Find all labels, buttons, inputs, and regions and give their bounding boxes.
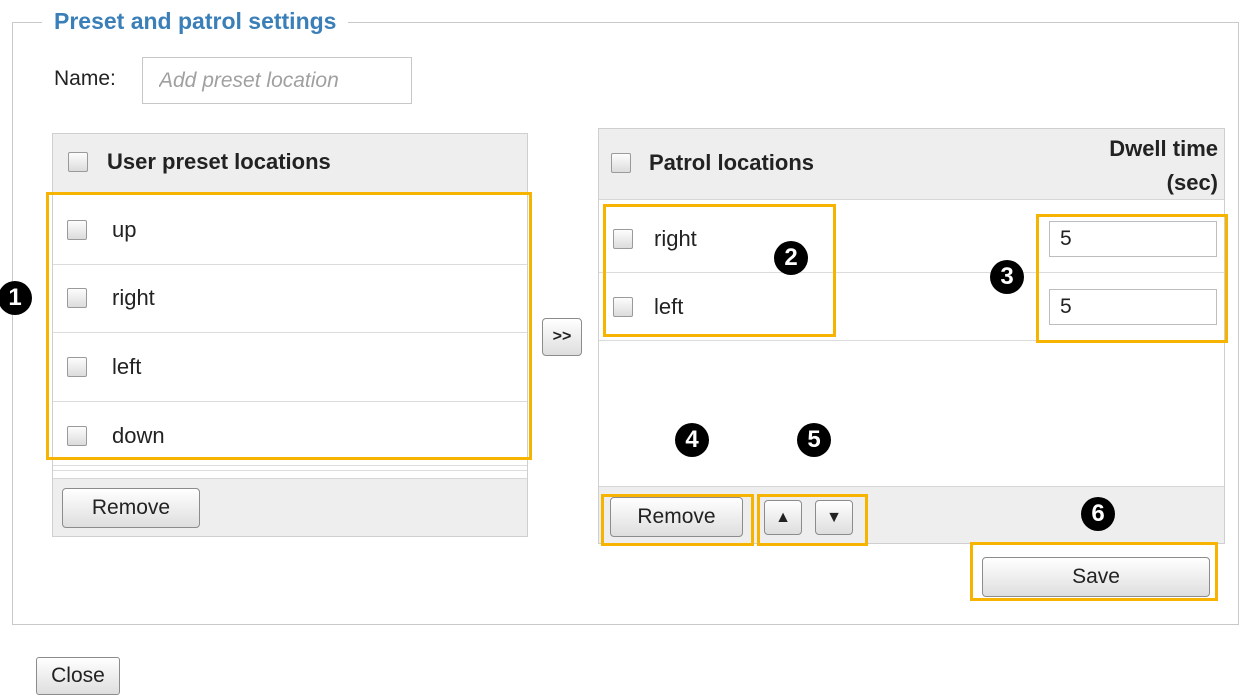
preset-checkbox-right[interactable]	[67, 288, 87, 308]
dwell-time-input[interactable]	[1049, 289, 1217, 325]
dwell-time-header: Dwell time	[1109, 136, 1218, 161]
callout-marker: 5	[797, 423, 831, 457]
preset-item-label: up	[112, 217, 137, 242]
close-button[interactable]: Close	[36, 657, 120, 695]
row-divider	[599, 272, 1224, 273]
callout-marker: 6	[1081, 497, 1115, 531]
row-divider	[53, 264, 527, 265]
patrol-checkbox-right[interactable]	[613, 229, 633, 249]
move-down-button[interactable]: ▼	[815, 500, 853, 535]
add-to-patrol-button[interactable]: >>	[542, 318, 582, 356]
select-all-presets-checkbox[interactable]	[68, 152, 88, 172]
callout-marker: 3	[990, 260, 1024, 294]
patrol-item-label: left	[654, 294, 684, 319]
preset-checkbox-left[interactable]	[67, 357, 87, 377]
patrol-header-label: Patrol locations	[649, 150, 815, 175]
callout-marker: 2	[774, 241, 808, 275]
save-button[interactable]: Save	[982, 557, 1210, 597]
patrol-item-label: right	[654, 226, 697, 251]
preset-checkbox-down[interactable]	[67, 426, 87, 446]
preset-checkbox-up[interactable]	[67, 220, 87, 240]
user-preset-header-label: User preset locations	[107, 149, 331, 174]
row-divider	[53, 470, 527, 471]
row-divider	[53, 401, 527, 402]
preset-item-label: right	[112, 285, 155, 310]
dwell-time-unit: (sec)	[1166, 170, 1218, 195]
preset-item-label: left	[112, 354, 142, 379]
row-divider	[53, 332, 527, 333]
remove-preset-button[interactable]: Remove	[62, 488, 200, 528]
preset-item-label: down	[112, 423, 165, 448]
row-divider	[599, 340, 1224, 341]
name-label: Name:	[54, 67, 116, 90]
row-divider	[53, 465, 527, 466]
dwell-time-input[interactable]	[1049, 221, 1217, 257]
remove-patrol-button[interactable]: Remove	[610, 497, 743, 537]
move-up-button[interactable]: ▲	[764, 500, 802, 535]
patrol-checkbox-left[interactable]	[613, 297, 633, 317]
select-all-patrol-checkbox[interactable]	[611, 153, 631, 173]
callout-marker: 4	[675, 423, 709, 457]
section-title: Preset and patrol settings	[42, 6, 349, 36]
preset-name-input[interactable]	[142, 57, 412, 104]
